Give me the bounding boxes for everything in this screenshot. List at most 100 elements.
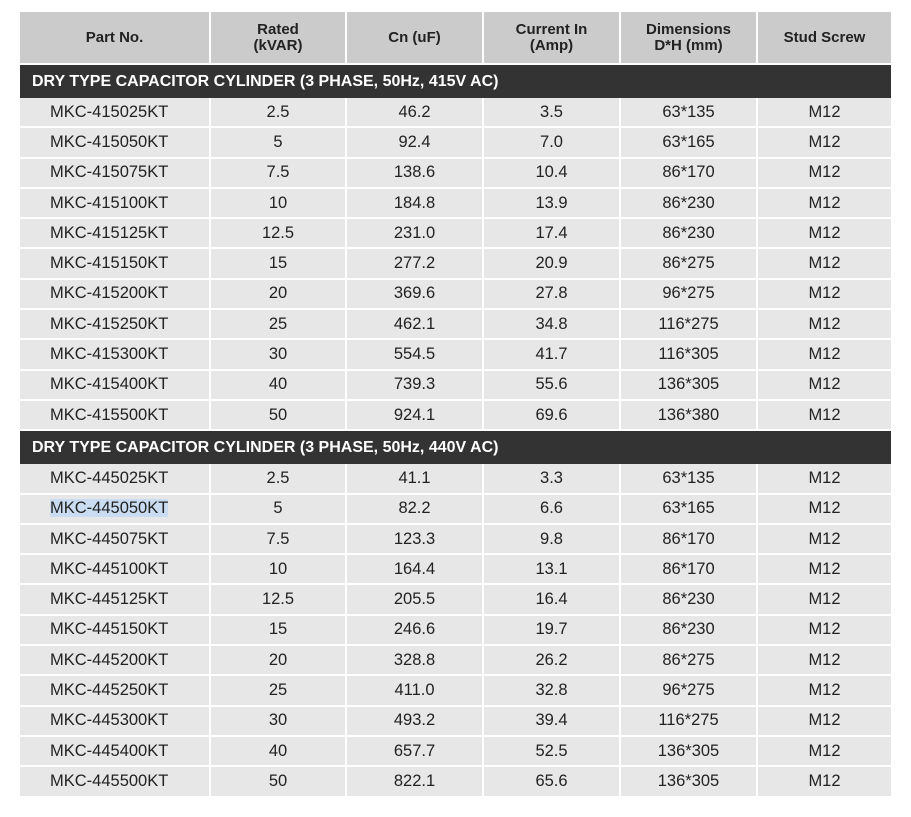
rated-cell: 30 <box>210 339 347 371</box>
table-body: DRY TYPE CAPACITOR CYLINDER (3 PHASE, 50… <box>20 64 891 798</box>
cell-text: 184.8 <box>393 193 436 212</box>
table-row: MKC-445025KT 2.5 41.1 3.3 63*135 M12 <box>20 464 891 495</box>
stud-screw-cell: M12 <box>757 98 891 129</box>
stud-screw-cell: M12 <box>757 218 891 250</box>
cell-text: 822.1 <box>393 771 436 790</box>
cn-cell: 328.8 <box>346 645 484 677</box>
cell-text: M12 <box>808 771 841 790</box>
cell-text: MKC-445200KT <box>50 650 169 669</box>
cell-text: MKC-445100KT <box>50 559 169 578</box>
current-cell: 26.2 <box>483 645 621 677</box>
current-cell: 9.8 <box>483 523 621 556</box>
stud-screw-cell: M12 <box>757 645 891 677</box>
rated-cell: 7.5 <box>210 523 347 556</box>
cell-text: M12 <box>808 680 841 699</box>
rated-cell: 15 <box>210 248 347 280</box>
part-no-cell: MKC-415250KT <box>20 309 211 341</box>
cell-text: 7.0 <box>540 132 563 151</box>
cell-text: 40 <box>268 741 288 760</box>
cell-text: 6.6 <box>540 499 563 518</box>
cell-text: 92.4 <box>398 132 431 151</box>
stud-screw-cell: M12 <box>757 493 891 525</box>
cn-cell: 277.2 <box>346 248 484 280</box>
cell-text: 86*170 <box>662 163 715 182</box>
cell-text: 86*170 <box>662 529 715 548</box>
stud-screw-cell: M12 <box>757 584 891 616</box>
cell-text: M12 <box>808 405 841 424</box>
header-cn: Cn (uF) <box>346 12 484 65</box>
part-no-cell: MKC-415125KT <box>20 218 211 250</box>
cn-cell: 82.2 <box>346 493 484 525</box>
part-no-cell: MKC-415075KT <box>20 157 211 189</box>
table-row: MKC-445150KT 15 246.6 19.7 86*230 M12 <box>20 614 891 647</box>
cell-text: 205.5 <box>393 590 436 609</box>
cell-text: 328.8 <box>393 650 436 669</box>
stud-screw-cell: M12 <box>757 675 891 707</box>
section-header: DRY TYPE CAPACITOR CYLINDER (3 PHASE, 50… <box>20 64 891 98</box>
cell-text: 116*275 <box>658 711 719 730</box>
cell-text: M12 <box>808 223 841 242</box>
cn-cell: 739.3 <box>346 369 484 401</box>
cn-cell: 462.1 <box>346 309 484 341</box>
part-no-cell: MKC-445200KT <box>20 645 211 677</box>
cn-cell: 123.3 <box>346 523 484 556</box>
cn-cell: 493.2 <box>346 705 484 737</box>
cell-text: 136*305 <box>657 375 720 394</box>
table-row: MKC-445200KT 20 328.8 26.2 86*275 M12 <box>20 645 891 677</box>
dimensions-cell: 136*380 <box>620 399 758 432</box>
dimensions-cell: 86*170 <box>620 157 758 189</box>
header-part-no: Part No. <box>20 12 211 65</box>
cell-text: MKC-415125KT <box>50 223 169 242</box>
cell-text: 411.0 <box>394 680 435 699</box>
cell-text: 136*305 <box>657 741 720 760</box>
header-rated: Rated (kVAR) <box>210 12 347 65</box>
cell-text: M12 <box>808 620 841 639</box>
current-cell: 3.3 <box>483 464 621 495</box>
rated-cell: 5 <box>210 493 347 525</box>
cn-cell: 822.1 <box>346 766 484 798</box>
rated-cell: 12.5 <box>210 584 347 616</box>
cell-text: MKC-415075KT <box>50 163 169 182</box>
current-cell: 3.5 <box>483 98 621 129</box>
rated-cell: 40 <box>210 369 347 401</box>
cn-cell: 138.6 <box>346 157 484 189</box>
cell-text: 69.6 <box>535 405 568 424</box>
cell-text: 116*275 <box>658 314 719 333</box>
part-no-cell: MKC-415200KT <box>20 278 211 311</box>
current-cell: 17.4 <box>483 218 621 250</box>
cell-text: 15 <box>268 254 288 273</box>
cell-text: 136*305 <box>657 771 720 790</box>
cell-text: M12 <box>808 284 841 303</box>
cell-text: 86*230 <box>662 590 715 609</box>
cell-text: MKC-445250KT <box>50 680 169 699</box>
cell-text: 7.5 <box>266 163 290 182</box>
rated-cell: 5 <box>210 127 347 159</box>
cell-text: 12.5 <box>261 223 295 242</box>
cell-text: 924.1 <box>393 405 436 424</box>
header-row: Part No. Rated (kVAR) Cn (uF) Current In(… <box>20 12 891 65</box>
cell-text: M12 <box>808 468 841 487</box>
stud-screw-cell: M12 <box>757 157 891 189</box>
part-no-cell: MKC-415150KT <box>20 248 211 280</box>
current-cell: 7.0 <box>483 127 621 159</box>
cell-text: 50 <box>268 405 288 424</box>
cell-text: MKC-445075KT <box>50 529 169 548</box>
cell-text: 52.5 <box>535 741 568 760</box>
current-cell: 16.4 <box>483 584 621 616</box>
rated-cell: 20 <box>210 278 347 311</box>
cell-text: MKC-445150KT <box>50 620 169 639</box>
table-row: MKC-445400KT 40 657.7 52.5 136*305 M12 <box>20 735 891 768</box>
cell-text: 25 <box>268 680 288 699</box>
rated-cell: 15 <box>210 614 347 647</box>
cell-text: MKC-445400KT <box>50 741 169 760</box>
table-row: MKC-415100KT 10 184.8 13.9 86*230 M12 <box>20 187 891 220</box>
dimensions-cell: 63*165 <box>620 127 758 159</box>
table-row: MKC-415500KT 50 924.1 69.6 136*380 M12 <box>20 399 891 432</box>
dimensions-cell: 86*275 <box>620 645 758 677</box>
cell-text: M12 <box>808 499 841 518</box>
cell-text: 136*380 <box>657 405 720 424</box>
current-cell: 20.9 <box>483 248 621 280</box>
current-cell: 69.6 <box>483 399 621 432</box>
cell-text: 12.5 <box>261 590 295 609</box>
part-no-cell: MKC-445400KT <box>20 735 211 768</box>
